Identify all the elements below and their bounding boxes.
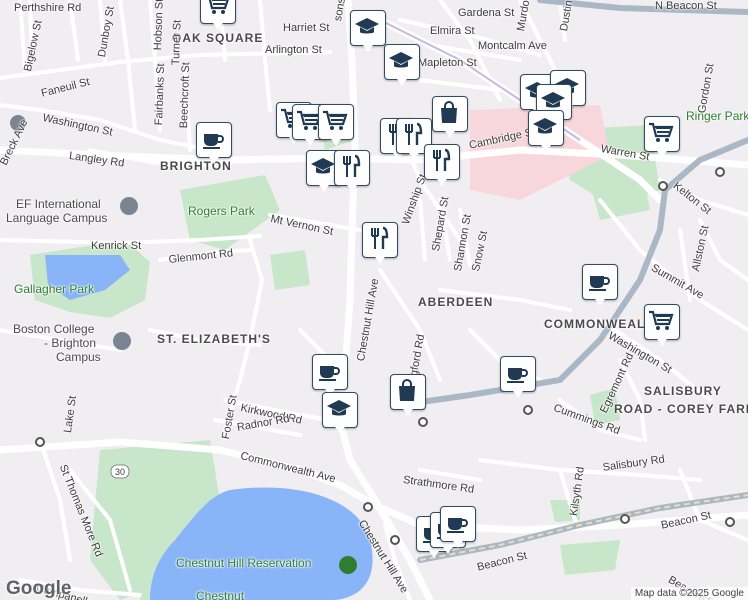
school-poi-icon <box>113 332 131 350</box>
street-label: Mapleton St <box>418 57 477 69</box>
coffee-icon <box>203 134 224 149</box>
place-label: - Brighton <box>44 336 97 350</box>
map-pin-coffee[interactable] <box>440 506 476 552</box>
street-label: Perthshire Rd <box>14 2 82 14</box>
shopping-cart-icon <box>208 0 229 14</box>
area-label: ROAD - COREY FARM <box>614 402 748 416</box>
school-icon <box>389 52 413 68</box>
map-pin-shopping-cart[interactable] <box>644 116 680 162</box>
street-label: Fairbanks St <box>153 63 168 126</box>
map-pin-school[interactable] <box>384 44 420 90</box>
place-label: Boston College <box>13 322 95 336</box>
route-label: 30 <box>115 467 126 477</box>
coffee-icon <box>319 366 340 381</box>
school-icon <box>533 118 557 134</box>
map-pin-shopping-cart[interactable] <box>200 0 236 34</box>
google-logo: Google <box>6 578 72 599</box>
map-pin-shopping-cart[interactable] <box>644 304 680 350</box>
park-label: Chestnut <box>196 589 245 600</box>
map-pin-coffee[interactable] <box>196 122 232 168</box>
school-icon <box>311 158 335 174</box>
map-pin-coffee[interactable] <box>500 356 536 402</box>
shopping-bag-icon <box>399 379 415 401</box>
park-label: Gallagher Park <box>14 282 95 296</box>
street-label: Arlington St <box>265 44 322 56</box>
place-label: Campus <box>56 350 101 364</box>
park-label: Chestnut Hill Reservation <box>176 556 312 570</box>
shopping-cart-icon <box>649 310 674 330</box>
map-pin-school[interactable] <box>350 10 386 56</box>
place-label: EF International <box>16 197 101 211</box>
map-pin-coffee[interactable] <box>582 264 618 310</box>
restaurant-icon <box>343 154 361 177</box>
street-label: Elmira St <box>430 25 475 37</box>
map-canvas[interactable]: Perthshire Rd Harriet St Gardena St N Be… <box>0 0 748 600</box>
coffee-icon <box>507 368 528 383</box>
area-label: ST. ELIZABETH'S <box>157 332 271 346</box>
shopping-cart-icon <box>323 110 348 130</box>
coffee-icon <box>447 518 468 533</box>
map-pin-restaurant[interactable] <box>362 222 398 268</box>
coffee-icon <box>589 276 610 291</box>
map-pin-shopping-bag[interactable] <box>432 96 468 142</box>
map-attribution[interactable]: Map data ©2025 Google <box>630 587 748 600</box>
street-label: Turner St <box>170 19 184 66</box>
map-pin-shopping-cart[interactable] <box>318 104 354 150</box>
area-label: SALISBURY <box>644 384 722 398</box>
map-pin-school[interactable] <box>528 110 564 156</box>
restaurant-icon <box>433 148 451 171</box>
map-pin-restaurant[interactable] <box>424 144 460 190</box>
restaurant-icon <box>371 226 389 249</box>
street-label: Montcalm Ave <box>478 40 547 52</box>
area-label: ABERDEEN <box>418 295 494 309</box>
school-poi-icon <box>120 197 138 215</box>
park-poi-icon <box>339 556 357 574</box>
school-icon <box>327 400 351 416</box>
park-label: Rogers Park <box>188 204 255 218</box>
street-label: N Beacon St <box>655 0 717 12</box>
street-label: Harriet St <box>283 22 330 34</box>
shopping-bag-icon <box>441 101 457 123</box>
street-label: Hobson St <box>152 0 166 51</box>
school-icon <box>355 18 379 34</box>
map-pin-shopping-bag[interactable] <box>390 374 426 420</box>
street-label: Beechcroft St <box>178 61 193 129</box>
map-pin-restaurant[interactable] <box>334 150 370 196</box>
street-label: Kenrick St <box>91 240 142 252</box>
restaurant-icon <box>405 122 423 145</box>
shopping-cart-icon <box>649 122 674 142</box>
map-pin-school[interactable] <box>322 392 358 438</box>
street-label: Gardena St <box>458 7 515 19</box>
place-label: Language Campus <box>6 211 108 225</box>
